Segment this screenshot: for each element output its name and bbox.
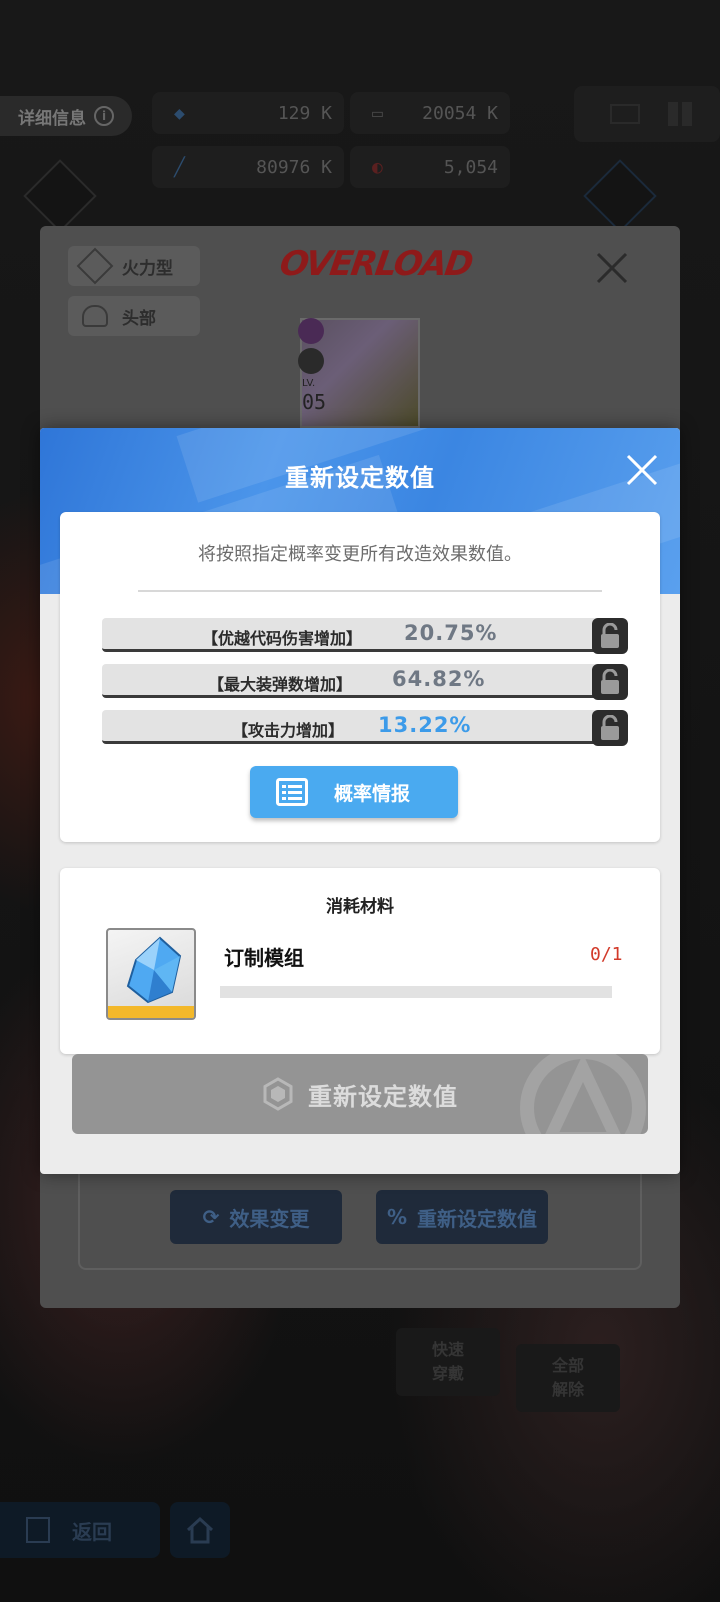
confirm-reset-label: 重新设定数值 bbox=[308, 1082, 458, 1111]
firepower-icon bbox=[76, 247, 114, 285]
material-name: 订制模组 bbox=[224, 946, 304, 970]
class-label: 火力型 bbox=[122, 258, 173, 279]
reset-values-modal: 重新设定数值 将按照指定概率变更所有改造效果数值。 【优越代码伤害增加】 20.… bbox=[40, 428, 680, 1174]
custom-module-item[interactable] bbox=[106, 928, 196, 1020]
unlock-icon bbox=[601, 623, 619, 648]
crystal-icon bbox=[126, 936, 182, 1004]
ammo-icon: ▭ bbox=[372, 102, 383, 124]
detail-info-label: 详细信息 bbox=[18, 108, 86, 129]
effect-bar: 【最大装弹数增加】 64.82% bbox=[102, 664, 598, 698]
reset-description: 将按照指定概率变更所有改造效果数值。 bbox=[198, 544, 522, 565]
exit-icon bbox=[26, 1517, 50, 1543]
close-icon[interactable] bbox=[592, 248, 632, 288]
divider bbox=[138, 590, 602, 592]
return-label: 返回 bbox=[72, 1519, 112, 1544]
effects-card: 将按照指定概率变更所有改造效果数值。 【优越代码伤害增加】 20.75% 【最大… bbox=[60, 512, 660, 842]
effect-bar: 【优越代码伤害增加】 20.75% bbox=[102, 618, 598, 652]
brand-logo: OVERLOAD bbox=[277, 244, 475, 284]
unlock-icon bbox=[601, 715, 619, 740]
grid-view-icon[interactable] bbox=[668, 102, 692, 126]
hp-value: 129 K bbox=[277, 102, 332, 124]
equipment-card-art: LV. 05 bbox=[298, 318, 420, 428]
defense-value: 5,054 bbox=[443, 156, 498, 178]
hp-stat: ◆ 129 K bbox=[152, 92, 344, 134]
materials-title: 消耗材料 bbox=[326, 897, 394, 917]
material-count: 0/1 bbox=[590, 944, 623, 965]
slot-chip: 头部 bbox=[68, 296, 200, 336]
effect-change-label: 效果变更 bbox=[229, 1206, 310, 1231]
effect-value: 20.75% bbox=[404, 621, 498, 645]
effect-bar: 【攻击力增加】 13.22% bbox=[102, 710, 598, 744]
list-view-icon[interactable] bbox=[610, 104, 640, 124]
tier-icon bbox=[298, 318, 324, 344]
effect-value: 13.22% bbox=[378, 713, 472, 737]
helmet-icon bbox=[82, 305, 108, 327]
layout-toggle[interactable] bbox=[574, 86, 720, 142]
home-button[interactable] bbox=[170, 1502, 230, 1558]
attack-value: 80976 K bbox=[256, 156, 332, 178]
info-icon: i bbox=[94, 106, 114, 126]
materials-card: 消耗材料 订制模组 0/1 bbox=[60, 868, 660, 1054]
reset-values-back-label: 重新设定数值 bbox=[417, 1206, 538, 1231]
detail-info-tab[interactable]: 详细信息 i bbox=[0, 96, 132, 136]
quick-equip-button[interactable]: 快速 穿戴 bbox=[396, 1328, 500, 1396]
confirm-reset-button[interactable]: 重新设定数值 bbox=[72, 1054, 648, 1134]
attack-stat: ╱ 80976 K bbox=[152, 146, 344, 188]
close-icon[interactable] bbox=[624, 452, 660, 488]
effect-name: 【最大装弹数增加】 bbox=[208, 675, 353, 694]
effect-name: 【优越代码伤害增加】 bbox=[202, 629, 363, 648]
attack-icon: ╱ bbox=[174, 156, 185, 178]
probability-info-button[interactable]: 概率情报 bbox=[250, 766, 458, 818]
reset-values-back-button[interactable]: % 重新设定数值 bbox=[376, 1190, 548, 1244]
effect-change-button[interactable]: ⟳ 效果变更 bbox=[170, 1190, 342, 1244]
equipment-inner-frame bbox=[78, 1160, 642, 1270]
percent-icon: % bbox=[386, 1205, 408, 1229]
list-icon bbox=[276, 778, 308, 806]
defense-stat: ◐ 5,054 bbox=[350, 146, 510, 188]
refresh-icon: ⟳ bbox=[202, 1205, 220, 1229]
hp-icon: ◆ bbox=[174, 102, 185, 124]
lock-button[interactable] bbox=[592, 664, 628, 700]
hexagon-icon bbox=[263, 1077, 293, 1111]
home-icon bbox=[186, 1516, 214, 1544]
class-chip: 火力型 bbox=[68, 246, 200, 286]
ammo-stat: ▭ 20054 K bbox=[350, 92, 510, 134]
unlock-icon bbox=[601, 669, 619, 694]
material-progress-bar bbox=[220, 986, 612, 998]
ammo-value: 20054 K bbox=[422, 102, 498, 124]
probability-info-label: 概率情报 bbox=[334, 783, 411, 805]
defense-icon: ◐ bbox=[372, 156, 383, 178]
effect-name: 【攻击力增加】 bbox=[232, 721, 345, 740]
modal-title: 重新设定数值 bbox=[285, 464, 435, 492]
return-button[interactable]: 返回 bbox=[0, 1502, 160, 1558]
effect-value: 64.82% bbox=[392, 667, 486, 691]
effect-row: 【优越代码伤害增加】 20.75% bbox=[102, 618, 638, 654]
level-label: LV. bbox=[302, 378, 316, 389]
lock-button[interactable] bbox=[592, 618, 628, 654]
item-rarity-bar bbox=[108, 1006, 194, 1018]
class-small-icon bbox=[298, 348, 324, 374]
watermark-logo-icon bbox=[520, 1054, 646, 1134]
slot-label: 头部 bbox=[122, 308, 156, 329]
level-value: 05 bbox=[302, 390, 327, 414]
lock-button[interactable] bbox=[592, 710, 628, 746]
remove-all-button[interactable]: 全部 解除 bbox=[516, 1344, 620, 1412]
effect-row: 【最大装弹数增加】 64.82% bbox=[102, 664, 638, 700]
effect-row: 【攻击力增加】 13.22% bbox=[102, 710, 638, 746]
